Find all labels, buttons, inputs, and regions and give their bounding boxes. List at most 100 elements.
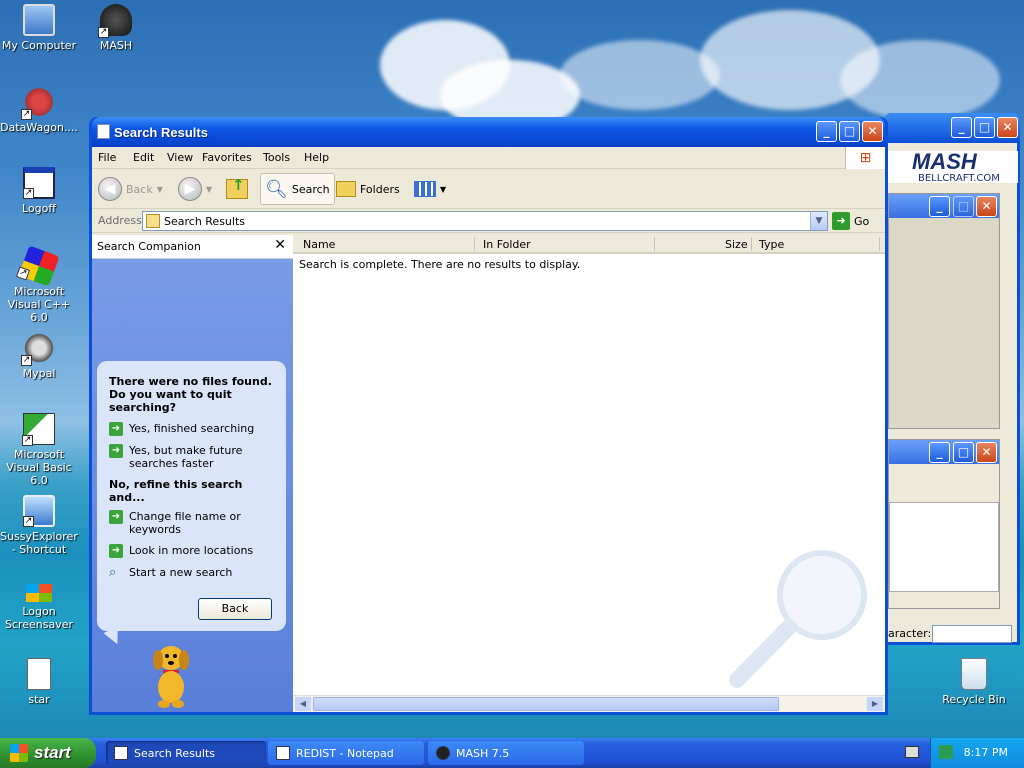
- search-companion-pane: Search Companion ✕ There were no files f…: [92, 235, 293, 712]
- close-icon[interactable]: ✕: [997, 117, 1018, 138]
- search-button[interactable]: 🔍︎ Search: [260, 173, 335, 205]
- desktop-icon-mypal[interactable]: ↗ Mypal: [0, 332, 78, 380]
- taskbar-item-mash[interactable]: MASH 7.5: [428, 741, 584, 765]
- column-header-size[interactable]: Size: [725, 238, 748, 251]
- keyboard-icon[interactable]: [905, 746, 919, 758]
- desktop-icon-my-computer[interactable]: My Computer: [0, 4, 78, 52]
- menu-edit[interactable]: Edit: [133, 151, 154, 164]
- mash-icon: [436, 746, 450, 760]
- scroll-right-icon[interactable]: ▶: [867, 697, 883, 711]
- computer-icon: [23, 4, 55, 36]
- visual-basic-icon: ↗: [22, 413, 55, 446]
- arrow-right-icon: ➜: [109, 544, 123, 558]
- mash-subwindow[interactable]: _ □ ✕: [888, 193, 1000, 429]
- forward-button[interactable]: ▶ ▼: [178, 173, 212, 205]
- up-folder-button[interactable]: ↑: [226, 173, 248, 205]
- folders-button[interactable]: Folders: [336, 173, 400, 205]
- back-button[interactable]: ◀ Back ▼: [98, 173, 163, 205]
- character-field[interactable]: [932, 625, 1012, 643]
- minimize-icon[interactable]: _: [929, 442, 950, 463]
- taskbar-item-notepad[interactable]: REDIST - Notepad: [268, 741, 424, 765]
- option-change-file-name[interactable]: ➜ Change file name or keywords: [109, 510, 274, 536]
- option-more-locations[interactable]: ➜ Look in more locations: [109, 544, 274, 558]
- companion-back-button[interactable]: Back: [198, 598, 272, 620]
- menu-favorites[interactable]: Favorites: [202, 151, 252, 164]
- menu-help[interactable]: Help: [304, 151, 329, 164]
- taskbar-item-search-results[interactable]: Search Results: [106, 741, 266, 765]
- chevron-down-icon[interactable]: ▼: [206, 185, 212, 194]
- window-titlebar[interactable]: Search Results _ □ ✕: [92, 117, 885, 147]
- mash-window-titlebar[interactable]: _ □ ✕: [885, 113, 1020, 143]
- windows-logo-icon: [26, 584, 52, 602]
- minimize-icon[interactable]: _: [929, 196, 950, 217]
- companion-header: Search Companion ✕: [92, 235, 293, 259]
- option-new-search[interactable]: ⌕ Start a new search: [109, 566, 274, 579]
- close-icon[interactable]: ✕: [862, 121, 883, 142]
- companion-balloon: There were no files found. Do you want t…: [97, 361, 286, 631]
- menu-tools[interactable]: Tools: [263, 151, 290, 164]
- column-header-in-folder[interactable]: In Folder: [483, 238, 531, 251]
- windows-flag-icon: [10, 744, 28, 762]
- notepad-icon: [276, 746, 290, 760]
- no-files-question: There were no files found. Do you want t…: [109, 375, 272, 414]
- maximize-icon[interactable]: □: [974, 117, 995, 138]
- minimize-icon[interactable]: _: [816, 121, 837, 142]
- datawagon-icon: ↗: [21, 86, 55, 120]
- arrow-right-icon: ➜: [109, 422, 123, 436]
- no-results-message: Search is complete. There are no results…: [299, 258, 581, 271]
- character-label: aracter:: [888, 627, 932, 640]
- mash-text-area[interactable]: [889, 502, 999, 592]
- desktop-icon-datawagon[interactable]: ↗ DataWagon....: [0, 86, 78, 134]
- option-finished-searching[interactable]: ➜ Yes, finished searching: [109, 422, 274, 436]
- desktop-icon-logoff[interactable]: ↗ Logoff: [0, 167, 78, 215]
- close-icon[interactable]: ✕: [274, 237, 286, 253]
- system-tray: 8:17 PM: [930, 738, 1024, 768]
- folder-icon: [336, 181, 356, 197]
- up-folder-icon: ↑: [226, 176, 248, 199]
- desktop-icon-recycle-bin[interactable]: Recycle Bin: [935, 658, 1013, 706]
- network-icon[interactable]: [939, 745, 953, 759]
- desktop-icon-visual-basic[interactable]: ↗ Microsoft Visual Basic 6.0: [0, 413, 78, 487]
- maximize-icon[interactable]: □: [839, 121, 860, 142]
- chevron-down-icon[interactable]: ▼: [157, 185, 163, 194]
- mash-subwindow-2[interactable]: _ □ ✕: [888, 439, 1000, 609]
- maximize-icon: □: [953, 196, 974, 217]
- menu-view[interactable]: View: [167, 151, 193, 164]
- recycle-bin-icon: [961, 658, 987, 690]
- address-label: Address: [98, 214, 142, 227]
- search-results-icon: [146, 214, 160, 228]
- rover-dog-icon[interactable]: [146, 640, 196, 710]
- results-pane: Name In Folder Size Type Search is compl…: [293, 235, 885, 712]
- menu-file[interactable]: File: [98, 151, 116, 164]
- maximize-icon[interactable]: □: [953, 442, 974, 463]
- visual-cpp-icon: ↗: [15, 245, 60, 287]
- column-header-type[interactable]: Type: [759, 238, 784, 251]
- views-button[interactable]: ▼: [414, 173, 446, 205]
- option-faster-searches[interactable]: ➜ Yes, but make future searches faster: [109, 444, 274, 470]
- explorer-icon: ↗: [23, 495, 55, 527]
- mash-window[interactable]: _ □ ✕ MASH BELLCRAFT.COM _ □ ✕ _ □ ✕ ara…: [885, 113, 1020, 645]
- desktop-icon-sussyexplorer[interactable]: ↗ SussyExplorer - Shortcut: [0, 495, 78, 556]
- column-header-name[interactable]: Name: [303, 238, 335, 251]
- close-icon[interactable]: ✕: [976, 196, 997, 217]
- text-file-icon: [27, 658, 51, 690]
- desktop-icon-star[interactable]: star: [0, 658, 78, 706]
- raccoon-icon: ↗: [21, 332, 55, 366]
- start-button[interactable]: start: [0, 738, 96, 768]
- minimize-icon[interactable]: _: [951, 117, 972, 138]
- go-button[interactable]: ➜ Go: [832, 212, 869, 230]
- desktop-icon-logon-screensaver[interactable]: Logon Screensaver: [0, 578, 78, 631]
- logoff-icon: ↗: [23, 167, 55, 199]
- desktop-icon-mash[interactable]: ↗ MASH: [77, 4, 155, 52]
- clock[interactable]: 8:17 PM: [964, 746, 1008, 759]
- forward-arrow-icon: ▶: [178, 177, 202, 201]
- desktop-icon-visual-cpp[interactable]: ↗ Microsoft Visual C++ 6.0: [0, 245, 78, 324]
- scrollbar-thumb[interactable]: [313, 697, 779, 711]
- search-icon: 🔍︎: [265, 178, 288, 200]
- chevron-down-icon[interactable]: ▼: [810, 212, 827, 230]
- close-icon[interactable]: ✕: [976, 442, 997, 463]
- scroll-left-icon[interactable]: ◀: [295, 697, 311, 711]
- horizontal-scrollbar[interactable]: ◀ ▶: [293, 695, 885, 712]
- search-results-window[interactable]: Search Results _ □ ✕ File Edit View Favo…: [89, 117, 888, 715]
- address-field[interactable]: Search Results ▼: [142, 211, 828, 231]
